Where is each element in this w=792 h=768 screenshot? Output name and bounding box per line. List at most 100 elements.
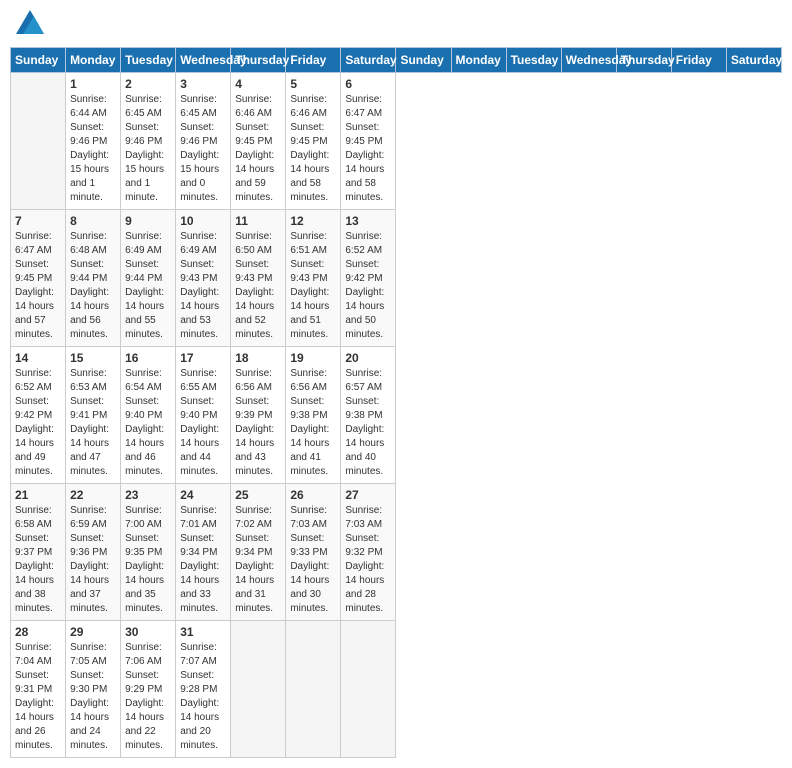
day-info: Sunrise: 6:47 AMSunset: 9:45 PMDaylight:…	[345, 93, 391, 205]
col-header-monday: Monday	[66, 48, 121, 73]
calendar-cell: 6Sunrise: 6:47 AMSunset: 9:45 PMDaylight…	[341, 73, 396, 210]
calendar-cell: 31 Sunrise: 7:07 AMSunset: 9:28 PMDayligh…	[176, 621, 231, 758]
day-number: 15	[70, 351, 116, 365]
day-number: 13	[345, 214, 391, 228]
day-number: 31	[180, 625, 226, 639]
logo	[14, 10, 44, 39]
day-info: Sunrise: 6:56 AMSunset: 9:38 PMDaylight:…	[290, 367, 336, 479]
col-header-wednesday: Wednesday	[561, 48, 616, 73]
day-number: 16	[125, 351, 171, 365]
calendar-cell: 4 Sunrise: 6:46 AMSunset: 9:45 PMDaylight…	[231, 73, 286, 210]
day-info: Sunrise: 7:06 AMSunset: 9:29 PMDaylight:…	[125, 641, 171, 753]
col-header-thursday: Thursday	[616, 48, 671, 73]
day-number: 17	[180, 351, 226, 365]
day-number: 30	[125, 625, 171, 639]
col-header-saturday: Saturday	[726, 48, 781, 73]
calendar-cell: 18 Sunrise: 6:56 AMSunset: 9:39 PMDayligh…	[231, 347, 286, 484]
calendar-cell: 23Sunrise: 7:00 AMSunset: 9:35 PMDayligh…	[121, 484, 176, 621]
day-info: Sunrise: 7:07 AMSunset: 9:28 PMDaylight:…	[180, 641, 226, 753]
day-number: 11	[235, 214, 281, 228]
calendar-table: SundayMondayTuesdayWednesdayThursdayFrid…	[10, 47, 782, 758]
calendar-cell: 28 Sunrise: 7:04 AMSunset: 9:31 PMDayligh…	[11, 621, 66, 758]
day-number: 7	[15, 214, 61, 228]
col-header-friday: Friday	[286, 48, 341, 73]
calendar-cell: 7 Sunrise: 6:47 AMSunset: 9:45 PMDaylight…	[11, 210, 66, 347]
calendar-cell: 14 Sunrise: 6:52 AMSunset: 9:42 PMDayligh…	[11, 347, 66, 484]
day-info: Sunrise: 6:58 AMSunset: 9:37 PMDaylight:…	[15, 504, 61, 616]
calendar-cell: 22 Sunrise: 6:59 AMSunset: 9:36 PMDayligh…	[66, 484, 121, 621]
calendar-cell	[341, 621, 396, 758]
calendar-cell: 27Sunrise: 7:03 AMSunset: 9:32 PMDayligh…	[341, 484, 396, 621]
day-info: Sunrise: 6:53 AMSunset: 9:41 PMDaylight:…	[70, 367, 116, 479]
calendar-cell	[231, 621, 286, 758]
day-number: 2	[125, 77, 171, 91]
calendar-cell: 1Sunrise: 6:44 AMSunset: 9:46 PMDaylight…	[66, 73, 121, 210]
day-info: Sunrise: 6:46 AMSunset: 9:45 PMDaylight:…	[235, 93, 281, 205]
calendar-week-row: 7 Sunrise: 6:47 AMSunset: 9:45 PMDaylight…	[11, 210, 782, 347]
day-number: 23	[125, 488, 171, 502]
day-info: Sunrise: 6:52 AMSunset: 9:42 PMDaylight:…	[15, 367, 61, 479]
day-info: Sunrise: 6:56 AMSunset: 9:39 PMDaylight:…	[235, 367, 281, 479]
day-info: Sunrise: 6:57 AMSunset: 9:38 PMDaylight:…	[345, 367, 391, 479]
calendar-cell: 2Sunrise: 6:45 AMSunset: 9:46 PMDaylight…	[121, 73, 176, 210]
col-header-tuesday: Tuesday	[506, 48, 561, 73]
page-header	[10, 10, 782, 39]
calendar-cell: 5Sunrise: 6:46 AMSunset: 9:45 PMDaylight…	[286, 73, 341, 210]
day-number: 27	[345, 488, 391, 502]
day-info: Sunrise: 7:02 AMSunset: 9:34 PMDaylight:…	[235, 504, 281, 616]
calendar-cell: 26 Sunrise: 7:03 AMSunset: 9:33 PMDayligh…	[286, 484, 341, 621]
calendar-cell: 20 Sunrise: 6:57 AMSunset: 9:38 PMDayligh…	[341, 347, 396, 484]
day-number: 19	[290, 351, 336, 365]
day-number: 25	[235, 488, 281, 502]
calendar-cell: 24 Sunrise: 7:01 AMSunset: 9:34 PMDayligh…	[176, 484, 231, 621]
calendar-cell: 15 Sunrise: 6:53 AMSunset: 9:41 PMDayligh…	[66, 347, 121, 484]
day-number: 20	[345, 351, 391, 365]
calendar-cell	[286, 621, 341, 758]
day-info: Sunrise: 6:44 AMSunset: 9:46 PMDaylight:…	[70, 93, 116, 205]
day-number: 28	[15, 625, 61, 639]
calendar-cell: 12 Sunrise: 6:51 AMSunset: 9:43 PMDayligh…	[286, 210, 341, 347]
day-info: Sunrise: 6:51 AMSunset: 9:43 PMDaylight:…	[290, 230, 336, 342]
day-info: Sunrise: 6:49 AMSunset: 9:43 PMDaylight:…	[180, 230, 226, 342]
day-info: Sunrise: 7:01 AMSunset: 9:34 PMDaylight:…	[180, 504, 226, 616]
day-number: 21	[15, 488, 61, 502]
logo-icon	[16, 10, 44, 34]
day-number: 9	[125, 214, 171, 228]
calendar-cell: 21 Sunrise: 6:58 AMSunset: 9:37 PMDayligh…	[11, 484, 66, 621]
day-number: 4	[235, 77, 281, 91]
day-info: Sunrise: 6:47 AMSunset: 9:45 PMDaylight:…	[15, 230, 61, 342]
day-info: Sunrise: 7:03 AMSunset: 9:33 PMDaylight:…	[290, 504, 336, 616]
day-number: 26	[290, 488, 336, 502]
day-number: 24	[180, 488, 226, 502]
col-header-thursday: Thursday	[231, 48, 286, 73]
day-number: 22	[70, 488, 116, 502]
calendar-week-row: 14 Sunrise: 6:52 AMSunset: 9:42 PMDayligh…	[11, 347, 782, 484]
day-number: 8	[70, 214, 116, 228]
day-info: Sunrise: 7:05 AMSunset: 9:30 PMDaylight:…	[70, 641, 116, 753]
day-number: 3	[180, 77, 226, 91]
day-info: Sunrise: 6:49 AMSunset: 9:44 PMDaylight:…	[125, 230, 171, 342]
day-number: 5	[290, 77, 336, 91]
day-info: Sunrise: 6:48 AMSunset: 9:44 PMDaylight:…	[70, 230, 116, 342]
day-info: Sunrise: 6:59 AMSunset: 9:36 PMDaylight:…	[70, 504, 116, 616]
day-number: 14	[15, 351, 61, 365]
calendar-cell: 16 Sunrise: 6:54 AMSunset: 9:40 PMDayligh…	[121, 347, 176, 484]
day-number: 10	[180, 214, 226, 228]
calendar-week-row: 21 Sunrise: 6:58 AMSunset: 9:37 PMDayligh…	[11, 484, 782, 621]
calendar-cell: 17Sunrise: 6:55 AMSunset: 9:40 PMDayligh…	[176, 347, 231, 484]
calendar-cell: 11Sunrise: 6:50 AMSunset: 9:43 PMDayligh…	[231, 210, 286, 347]
col-header-saturday: Saturday	[341, 48, 396, 73]
day-info: Sunrise: 6:54 AMSunset: 9:40 PMDaylight:…	[125, 367, 171, 479]
day-info: Sunrise: 7:04 AMSunset: 9:31 PMDaylight:…	[15, 641, 61, 753]
day-number: 12	[290, 214, 336, 228]
calendar-cell: 10 Sunrise: 6:49 AMSunset: 9:43 PMDayligh…	[176, 210, 231, 347]
day-info: Sunrise: 6:45 AMSunset: 9:46 PMDaylight:…	[180, 93, 226, 205]
calendar-cell: 8 Sunrise: 6:48 AMSunset: 9:44 PMDaylight…	[66, 210, 121, 347]
col-header-monday: Monday	[451, 48, 506, 73]
calendar-cell: 19 Sunrise: 6:56 AMSunset: 9:38 PMDayligh…	[286, 347, 341, 484]
col-header-wednesday: Wednesday	[176, 48, 231, 73]
day-number: 18	[235, 351, 281, 365]
logo-text	[14, 10, 44, 39]
col-header-tuesday: Tuesday	[121, 48, 176, 73]
calendar-cell: 29Sunrise: 7:05 AMSunset: 9:30 PMDayligh…	[66, 621, 121, 758]
